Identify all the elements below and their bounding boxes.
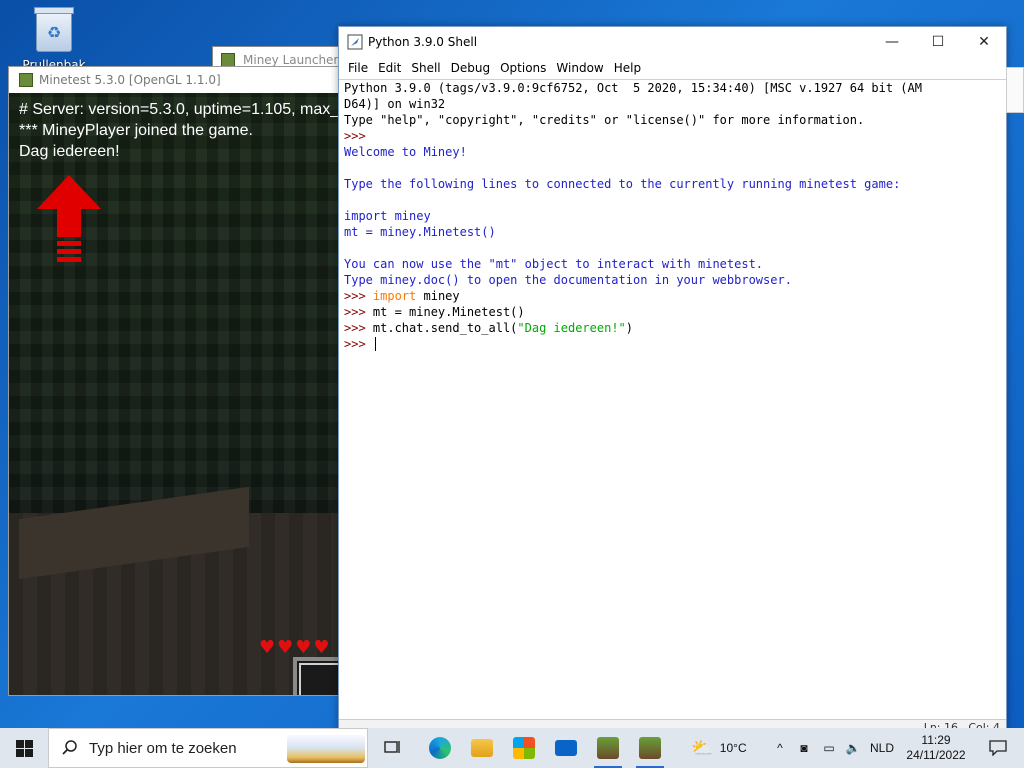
menu-file[interactable]: File bbox=[343, 61, 373, 75]
clock-time: 11:29 bbox=[921, 733, 951, 747]
python-feather-icon bbox=[347, 34, 363, 50]
mail-button[interactable] bbox=[546, 728, 586, 768]
store-icon bbox=[513, 737, 535, 759]
task-view-icon bbox=[384, 741, 400, 753]
clock[interactable]: 11:29 24/11/2022 bbox=[900, 728, 972, 768]
clock-date: 24/11/2022 bbox=[906, 748, 966, 762]
camera-icon[interactable]: ◙ bbox=[794, 728, 814, 768]
tray-overflow-chevron-icon[interactable]: ^ bbox=[770, 728, 790, 768]
cloud-sun-icon: ⛅ bbox=[691, 737, 714, 758]
python-window-title: Python 3.9.0 Shell bbox=[368, 35, 478, 49]
python-title-bar[interactable]: Python 3.9.0 Shell — ☐ ✕ bbox=[339, 27, 1006, 57]
menu-debug[interactable]: Debug bbox=[446, 61, 495, 75]
weather-temperature: 10°C bbox=[719, 741, 747, 755]
taskbar: Typ hier om te zoeken ⛅ 10°C ^ ◙ ▭ 🔈 NLD… bbox=[0, 728, 1024, 768]
minetest-app-icon bbox=[19, 73, 33, 87]
start-button[interactable] bbox=[0, 728, 48, 768]
windows-logo-icon bbox=[15, 739, 33, 757]
notification-icon bbox=[989, 740, 1007, 756]
search-box[interactable]: Typ hier om te zoeken bbox=[48, 728, 368, 768]
health-hearts: ♥♥♥♥ bbox=[259, 637, 332, 658]
miney-launcher-taskbar-button[interactable] bbox=[630, 728, 670, 768]
volume-icon[interactable]: 🔈 bbox=[842, 728, 864, 768]
menu-shell[interactable]: Shell bbox=[406, 61, 445, 75]
recycle-bin-icon: ♻ bbox=[34, 7, 74, 52]
banner-line: Type "help", "copyright", "credits" or "… bbox=[344, 113, 865, 127]
edge-button[interactable] bbox=[420, 728, 460, 768]
menu-edit[interactable]: Edit bbox=[373, 61, 406, 75]
menu-bar: File Edit Shell Debug Options Window Hel… bbox=[339, 57, 1006, 79]
chat-line: # Server: version=5.3.0, uptime=1.105, m… bbox=[19, 101, 340, 118]
maximize-button[interactable]: ☐ bbox=[915, 27, 961, 57]
minetest-icon bbox=[639, 737, 661, 759]
code-text: mt = miney.Minetest() bbox=[365, 305, 525, 319]
minetest-icon bbox=[597, 737, 619, 759]
edge-icon bbox=[429, 737, 451, 759]
shell-text-area[interactable]: Python 3.9.0 (tags/v3.9.0:9cf6752, Oct 5… bbox=[339, 79, 1006, 719]
input-line: >>> mt = miney.Minetest() bbox=[344, 304, 525, 320]
search-highlight-image bbox=[287, 735, 365, 763]
menu-options[interactable]: Options bbox=[495, 61, 551, 75]
file-explorer-button[interactable] bbox=[462, 728, 502, 768]
code-text: miney bbox=[416, 289, 460, 303]
text-cursor bbox=[374, 337, 376, 351]
language-indicator[interactable]: NLD bbox=[866, 728, 898, 768]
minetest-title-bar[interactable]: Minetest 5.3.0 [OpenGL 1.1.0] bbox=[9, 67, 341, 93]
mail-icon bbox=[555, 740, 577, 756]
input-line: >>> import miney bbox=[344, 288, 460, 304]
shell-prompt: >>> bbox=[344, 321, 366, 335]
shell-prompt: >>> bbox=[344, 129, 366, 143]
chat-line: Dag iedereen! bbox=[19, 143, 120, 160]
banner-line: D64)] on win32 bbox=[344, 97, 446, 111]
chat-line: *** MineyPlayer joined the game. bbox=[19, 122, 253, 139]
shell-prompt: >>> bbox=[344, 305, 366, 319]
code-text: mt.chat.send_to_all( bbox=[365, 321, 518, 335]
input-line: >>> mt.chat.send_to_all("Dag iedereen!") bbox=[344, 320, 633, 336]
weather-widget[interactable]: ⛅ 10°C bbox=[684, 728, 754, 768]
notifications-button[interactable] bbox=[978, 728, 1018, 768]
banner-line: Python 3.9.0 (tags/v3.9.0:9cf6752, Oct 5… bbox=[344, 81, 922, 95]
close-button[interactable]: ✕ bbox=[961, 27, 1007, 57]
shell-prompt: >>> bbox=[344, 289, 366, 303]
code-text: ) bbox=[625, 321, 634, 335]
output-line: mt = miney.Minetest() bbox=[344, 225, 496, 239]
task-view-button[interactable] bbox=[372, 728, 412, 768]
minetest-game-view[interactable]: # Server: version=5.3.0, uptime=1.105, m… bbox=[9, 93, 341, 695]
launcher-window-title: Miney Launcher - bbox=[243, 53, 347, 67]
chat-log: # Server: version=5.3.0, uptime=1.105, m… bbox=[19, 99, 339, 162]
output-line: import miney bbox=[344, 209, 431, 223]
output-line: Type miney.doc() to open the documentati… bbox=[344, 273, 792, 287]
folder-icon bbox=[471, 739, 493, 757]
menu-help[interactable]: Help bbox=[609, 61, 646, 75]
search-icon bbox=[62, 740, 77, 755]
network-icon[interactable]: ▭ bbox=[818, 728, 840, 768]
red-arrow-up-icon bbox=[37, 175, 101, 262]
scrollbar[interactable] bbox=[1006, 67, 1024, 113]
minetest-app-icon bbox=[221, 53, 235, 67]
output-line: You can now use the "mt" object to inter… bbox=[344, 257, 764, 271]
string-literal: "Dag iedereen!" bbox=[517, 321, 626, 335]
menu-window[interactable]: Window bbox=[551, 61, 608, 75]
active-input-line[interactable]: >>> bbox=[344, 336, 376, 352]
minetest-window[interactable]: Minetest 5.3.0 [OpenGL 1.1.0] # Server: … bbox=[8, 66, 342, 696]
shell-prompt: >>> bbox=[344, 337, 366, 351]
output-line: Welcome to Miney! bbox=[344, 145, 467, 159]
python-shell-window[interactable]: Python 3.9.0 Shell — ☐ ✕ File Edit Shell… bbox=[338, 26, 1024, 736]
output-line: Type the following lines to connected to… bbox=[344, 177, 901, 191]
minimize-button[interactable]: — bbox=[869, 27, 915, 57]
keyword-import: import bbox=[372, 289, 417, 303]
minetest-window-title: Minetest 5.3.0 [OpenGL 1.1.0] bbox=[39, 73, 221, 87]
minetest-taskbar-button[interactable] bbox=[588, 728, 628, 768]
search-placeholder: Typ hier om te zoeken bbox=[89, 739, 237, 757]
recycle-bin-shortcut[interactable]: ♻ Prullenbak bbox=[22, 4, 86, 72]
store-button[interactable] bbox=[504, 728, 544, 768]
hotbar-slot[interactable] bbox=[293, 657, 341, 695]
